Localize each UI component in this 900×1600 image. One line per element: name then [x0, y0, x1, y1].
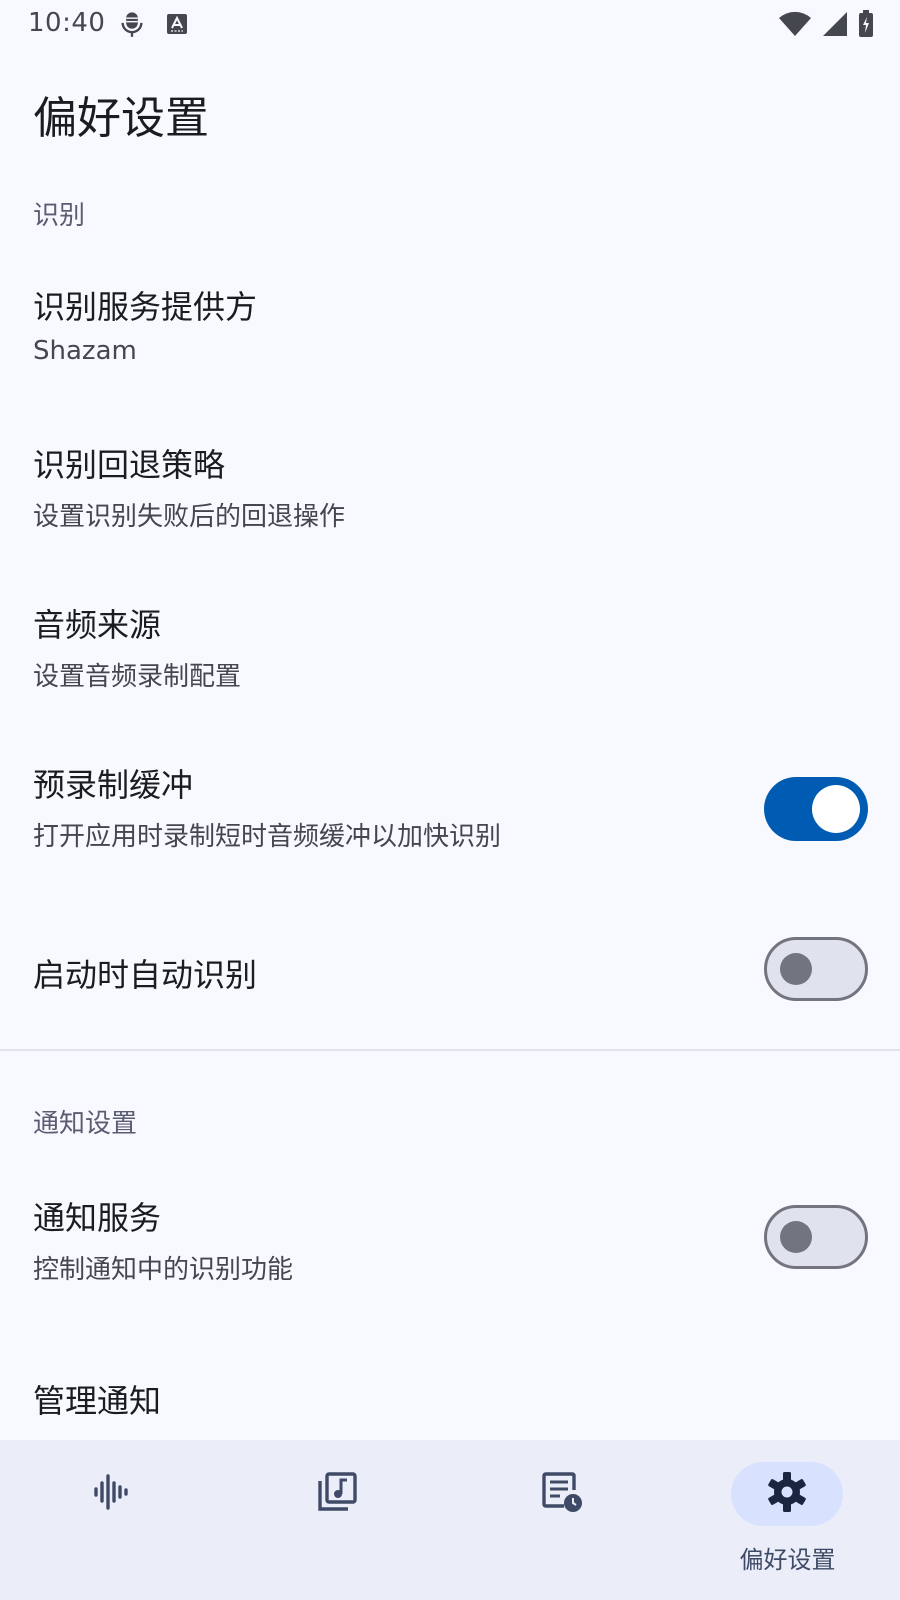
cellular-signal-icon — [822, 11, 848, 37]
pref-summary: 控制通知中的识别功能 — [33, 1255, 294, 1285]
pref-title: 通知服务 — [33, 1199, 162, 1237]
pref-summary: 打开应用时录制短时音频缓冲以加快识别 — [33, 822, 502, 852]
nav-item-history[interactable] — [450, 1440, 675, 1600]
wifi-icon — [778, 11, 812, 37]
pref-recognition-fallback[interactable]: 识别回退策略 设置识别失败后的回退操作 — [0, 420, 900, 560]
pref-title: 启动时自动识别 — [33, 956, 258, 994]
pref-recognition-provider[interactable]: 识别服务提供方 Shazam — [0, 260, 900, 400]
pref-prerecord-buffer[interactable]: 预录制缓冲 打开应用时录制短时音频缓冲以加快识别 — [0, 740, 900, 880]
pref-summary: 设置识别失败后的回退操作 — [33, 502, 346, 532]
pref-title: 管理通知 — [33, 1382, 162, 1420]
pref-auto-recognize-on-launch[interactable]: 启动时自动识别 — [0, 900, 900, 1040]
notification-service-switch[interactable] — [764, 1205, 868, 1269]
section-divider — [0, 1049, 900, 1051]
status-bar: 10:40 — [0, 0, 900, 48]
nav-active-indicator — [731, 1462, 843, 1526]
music-library-icon — [316, 1471, 358, 1517]
switch-thumb — [780, 953, 812, 985]
switch-thumb — [780, 1221, 812, 1253]
pref-notification-service[interactable]: 通知服务 控制通知中的识别功能 — [0, 1165, 900, 1305]
history-list-icon — [540, 1470, 584, 1518]
pref-title: 识别回退策略 — [33, 446, 226, 484]
switch-thumb — [812, 785, 860, 833]
pref-title: 音频来源 — [33, 606, 162, 644]
preferences-screen: 10:40 偏好设置 识别 识别服务提供方 Shazam 识别回退策略 设置识别… — [0, 0, 900, 1600]
prerecord-buffer-switch[interactable] — [764, 777, 868, 841]
pref-manage-notifications[interactable]: 管理通知 — [0, 1340, 900, 1430]
gear-icon — [765, 1470, 809, 1518]
section-header-recognition: 识别 — [33, 201, 86, 231]
page-title: 偏好设置 — [33, 93, 209, 144]
auto-recognize-switch[interactable] — [764, 937, 868, 1001]
nav-item-preferences[interactable]: 偏好设置 — [675, 1440, 900, 1600]
nav-item-recognize[interactable] — [0, 1440, 225, 1600]
pref-summary: Shazam — [33, 336, 137, 366]
waveform-icon — [92, 1472, 132, 1516]
microphone-notification-icon — [118, 10, 146, 38]
pref-audio-source[interactable]: 音频来源 设置音频录制配置 — [0, 580, 900, 720]
battery-icon — [858, 10, 874, 38]
pref-title: 识别服务提供方 — [33, 288, 258, 326]
bottom-navigation: 偏好设置 — [0, 1440, 900, 1600]
status-time: 10:40 — [28, 8, 106, 38]
nav-label-preferences: 偏好设置 — [739, 1546, 836, 1574]
nav-item-library[interactable] — [225, 1440, 450, 1600]
section-header-notifications: 通知设置 — [33, 1109, 138, 1139]
pref-summary: 设置音频录制配置 — [33, 662, 242, 692]
pref-title: 预录制缓冲 — [33, 766, 194, 804]
keyboard-notification-icon — [166, 13, 188, 35]
